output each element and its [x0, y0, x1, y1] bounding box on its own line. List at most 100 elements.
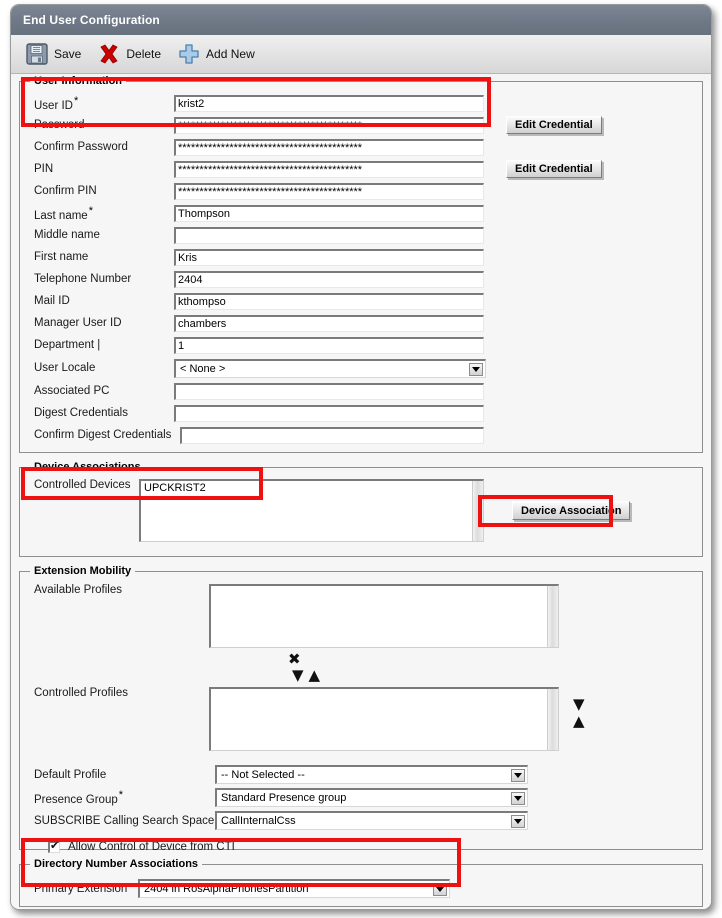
default-profile-select[interactable]: -- Not Selected -- [215, 765, 528, 784]
controlled-profiles-listbox[interactable] [209, 687, 559, 751]
chevron-down-icon[interactable] [511, 815, 525, 828]
field-row-user-id: User ID* [20, 92, 702, 114]
primary-extension-select[interactable]: 2404 in RosAlphaPhonesPartition [138, 879, 450, 898]
chevron-down-icon[interactable]: ✖ [288, 652, 301, 667]
presence-group-select[interactable]: Standard Presence group [215, 788, 528, 807]
department-input[interactable] [174, 336, 484, 354]
listbox-scrollbar[interactable] [472, 481, 483, 541]
mail-id-label: Mail ID [34, 295, 70, 307]
move-down-chevron-icon[interactable]: ▼ [292, 668, 304, 683]
confirm-password-label: Confirm Password [34, 141, 128, 153]
device-associations-legend: Device Associations [30, 461, 145, 473]
manager-user-id-input[interactable] [174, 314, 484, 332]
user-locale-select[interactable]: < None > [174, 358, 486, 378]
default-profile-value: -- Not Selected -- [221, 769, 305, 781]
available-profiles-listbox[interactable] [209, 584, 559, 648]
move-up-chevron-icon[interactable]: ▲ [309, 668, 321, 683]
chevron-down-icon[interactable] [433, 883, 447, 896]
field-row-mail-id: Mail ID [20, 290, 702, 312]
edit-credential-password-button[interactable]: Edit Credential [506, 116, 602, 134]
allow-cti-checkbox[interactable] [48, 839, 60, 853]
add-new-label: Add New [206, 47, 255, 61]
digest-credentials-label: Digest Credentials [34, 407, 128, 419]
field-row-default-profile: Default Profile -- Not Selected -- [20, 763, 702, 786]
field-row-digest-credentials: Digest Credentials [20, 402, 702, 424]
delete-x-icon [97, 42, 121, 66]
user-id-input[interactable] [174, 94, 484, 112]
subscribe-css-select[interactable]: CallInternalCss [215, 811, 528, 830]
subscribe-css-value: CallInternalCss [221, 815, 296, 827]
confirm-pin-input[interactable] [174, 182, 484, 200]
user-id-label: User ID* [34, 94, 79, 112]
field-row-subscribe-css: SUBSCRIBE Calling Search Space CallInter… [20, 809, 702, 832]
user-information-section: User Information User ID* Password Edit … [19, 75, 703, 453]
save-button[interactable]: Save [21, 40, 91, 68]
controlled-devices-listbox[interactable]: UPCKRIST2 [139, 479, 484, 542]
telephone-label: Telephone Number [34, 273, 132, 285]
password-input[interactable] [174, 116, 484, 134]
primary-extension-label: Primary Extension [34, 882, 128, 895]
directory-number-associations-section: Directory Number Associations Primary Ex… [19, 858, 703, 907]
form-content: User Information User ID* Password Edit … [11, 75, 711, 909]
chevron-down-icon[interactable] [511, 769, 525, 782]
field-row-confirm-password: Confirm Password [20, 136, 702, 158]
extension-mobility-legend: Extension Mobility [30, 565, 136, 577]
delete-label: Delete [126, 47, 162, 61]
default-profile-label: Default Profile [34, 768, 107, 781]
device-associations-section: Device Associations Controlled Devices U… [19, 461, 703, 557]
middle-name-label: Middle name [34, 229, 100, 241]
save-floppy-icon [25, 42, 49, 66]
field-row-last-name: Last name* [20, 202, 702, 224]
add-new-button[interactable]: Add New [173, 40, 265, 68]
directory-number-associations-legend: Directory Number Associations [30, 858, 203, 870]
field-row-middle-name: Middle name [20, 224, 702, 246]
field-row-manager-user-id: Manager User ID [20, 312, 702, 334]
pin-input[interactable] [174, 160, 484, 178]
subscribe-css-label: SUBSCRIBE Calling Search Space [34, 814, 215, 827]
device-association-button[interactable]: Device Association [512, 501, 631, 520]
controlled-profiles-label: Controlled Profiles [34, 687, 128, 699]
mail-id-input[interactable] [174, 292, 484, 310]
listbox-scrollbar[interactable] [547, 689, 558, 750]
side-move-up-chevron-icon[interactable]: ▲ [573, 714, 585, 729]
department-label: Department | [34, 339, 101, 351]
middle-name-input[interactable] [174, 226, 484, 244]
pin-label: PIN [34, 163, 54, 175]
password-label: Password [34, 119, 85, 131]
associated-pc-label: Associated PC [34, 385, 110, 397]
delete-button[interactable]: Delete [93, 40, 171, 68]
confirm-digest-credentials-input[interactable] [180, 426, 484, 444]
allow-cti-label: Allow Control of Device from CTI [68, 841, 235, 853]
telephone-input[interactable] [174, 270, 484, 288]
field-row-confirm-pin: Confirm PIN [20, 180, 702, 202]
list-item[interactable]: UPCKRIST2 [141, 481, 483, 495]
last-name-input[interactable] [174, 204, 484, 222]
field-row-first-name: First name [20, 246, 702, 268]
listbox-scrollbar[interactable] [547, 586, 558, 647]
controlled-devices-label: Controlled Devices [34, 479, 131, 491]
first-name-label: First name [34, 251, 89, 263]
confirm-pin-label: Confirm PIN [34, 185, 97, 197]
window-titlebar: End User Configuration [11, 5, 711, 35]
field-row-pin: PIN Edit Credential [20, 158, 702, 180]
edit-credential-pin-button[interactable]: Edit Credential [506, 160, 602, 178]
digest-credentials-input[interactable] [174, 404, 484, 422]
manager-user-id-label: Manager User ID [34, 317, 122, 329]
field-row-associated-pc: Associated PC [20, 380, 702, 402]
chevron-down-icon[interactable] [511, 792, 525, 805]
presence-group-label: Presence Group* [34, 789, 124, 806]
associated-pc-input[interactable] [174, 382, 484, 400]
primary-extension-value: 2404 in RosAlphaPhonesPartition [144, 883, 309, 895]
field-row-presence-group: Presence Group* Standard Presence group [20, 786, 702, 809]
side-move-down-chevron-icon[interactable]: ▼ [573, 697, 585, 712]
field-row-telephone: Telephone Number [20, 268, 702, 290]
user-locale-value: < None > [180, 362, 226, 375]
field-row-user-locale: User Locale < None > [20, 356, 702, 380]
confirm-password-input[interactable] [174, 138, 484, 156]
end-user-configuration-window: End User Configuration Save Delete Add N… [10, 4, 712, 910]
field-row-password: Password Edit Credential [20, 114, 702, 136]
first-name-input[interactable] [174, 248, 484, 266]
field-row-confirm-digest-credentials: Confirm Digest Credentials [20, 424, 702, 446]
chevron-down-icon[interactable] [469, 362, 483, 376]
extension-mobility-section: Extension Mobility Available Profiles ✖ … [19, 565, 703, 853]
